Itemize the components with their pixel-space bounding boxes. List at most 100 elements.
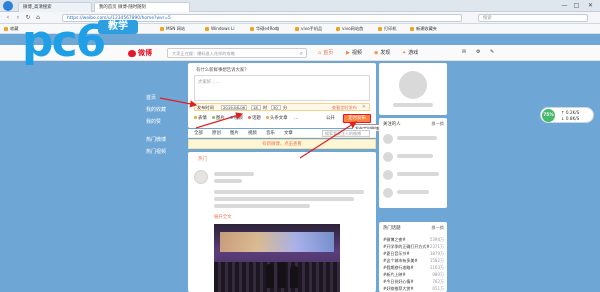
image-icon	[212, 116, 215, 119]
topic-item[interactable]: #好物推荐大赏#	[383, 286, 414, 292]
tab-original[interactable]: 原创	[212, 129, 221, 138]
profile-avatar[interactable]	[399, 71, 427, 99]
sidebar-item-hot-weibo[interactable]: 热门微博	[146, 136, 166, 143]
sidebar-item-favorites[interactable]: 我的收藏	[146, 106, 166, 113]
folder-icon	[336, 27, 340, 31]
tab-articles[interactable]: 文章	[284, 129, 293, 138]
topic-item[interactable]: #开学季的正确打开方式#	[383, 244, 430, 250]
hot-topics-title: 热门话题	[383, 226, 401, 231]
minute-unit-label: 分	[283, 105, 288, 110]
favorite-item[interactable]: MSN 网站	[160, 25, 185, 33]
tab-images[interactable]: 图片	[230, 129, 239, 138]
schedule-time-label: 发布时间	[197, 105, 214, 110]
refresh-suggestions-link[interactable]: 换一换	[431, 121, 444, 127]
gamepad-icon: ✦	[402, 50, 407, 56]
minimize-button[interactable]: —	[560, 1, 569, 10]
blurred-username	[214, 172, 254, 176]
view-scheduled-link[interactable]: 查看定时发布	[332, 104, 357, 111]
topic-count: 1582万	[429, 258, 444, 263]
more-tools[interactable]: …	[294, 115, 298, 123]
speed-percent: 75%	[542, 109, 555, 122]
schedule-date-input[interactable]: 2019-08-06	[221, 105, 247, 110]
avatar[interactable]	[194, 170, 208, 184]
search-icon[interactable]: ⌕	[300, 49, 303, 58]
topic-item[interactable]: #这个城市有多美#	[383, 258, 418, 264]
tab-all[interactable]: 全部	[194, 129, 203, 138]
concert-photo[interactable]	[214, 224, 340, 292]
feed-search-input[interactable]: 搜索我关注人的微博	[322, 130, 370, 137]
favorite-item[interactable]: vivo手机品	[295, 25, 322, 33]
topic-item[interactable]: #微博之夜#	[383, 237, 406, 243]
article-icon	[266, 116, 269, 119]
avatar[interactable]	[383, 152, 393, 162]
folder-icon	[410, 27, 414, 31]
topic-count: 762万	[432, 279, 444, 284]
topic-count: 1879万	[429, 251, 444, 256]
refresh-topics-link[interactable]: 换一换	[431, 225, 444, 231]
sidebar-item-likes[interactable]: 我的赞	[146, 118, 161, 125]
close-window-button[interactable]: ✕	[586, 1, 595, 10]
sidebar-item-home[interactable]: 首页	[146, 94, 156, 101]
nav-game[interactable]: ✦ 游戏	[402, 49, 418, 56]
browser-logo-icon	[3, 1, 13, 11]
topic-tool[interactable]: 话题	[248, 115, 261, 123]
article-tool[interactable]: 头条文章	[266, 115, 288, 123]
tab-search[interactable]: 微博_高清搜索	[18, 2, 92, 12]
message-icon[interactable]: ✉	[462, 49, 466, 55]
network-speed-widget[interactable]: 75% ↑ 0.2K/S ↓ 0.8K/S	[540, 107, 594, 123]
folder-icon	[160, 27, 164, 31]
maximize-button[interactable]: □	[572, 1, 581, 10]
topic-count: 651万	[432, 286, 444, 291]
sidebar-item-hot-video[interactable]: 热门视频	[146, 148, 166, 155]
left-sidebar: 首页 我的收藏 我的赞 热门微博 热门视频	[140, 62, 184, 292]
favorite-item[interactable]: Windows Li	[205, 25, 235, 33]
nav-discover[interactable]: ◉ 发现	[374, 49, 390, 56]
browser-search-input[interactable]: 搜索	[478, 14, 588, 22]
tab-weibo-home[interactable]: 我的首页 微博-随时随刻	[94, 2, 190, 12]
upload-speed: ↑ 0.2K/S	[561, 110, 580, 115]
emoji-tool[interactable]: 表情	[194, 115, 207, 123]
tab-music[interactable]: 音乐	[266, 129, 275, 138]
forward-icon[interactable]: ›	[14, 14, 22, 22]
nav-home[interactable]: ⌂ 首页	[318, 49, 333, 56]
emoji-icon	[194, 116, 197, 119]
avatar[interactable]	[383, 170, 393, 180]
visibility-select[interactable]: 公开	[326, 115, 335, 123]
topic-item[interactable]: #今日份好心情#	[383, 279, 414, 285]
composer-textarea[interactable]: 大家好……	[194, 75, 370, 101]
nav-video[interactable]: ▶ 视频	[346, 49, 362, 56]
favorite-item[interactable]: 收藏	[4, 25, 18, 33]
scheduled-post-button[interactable]: 定时发布	[343, 114, 371, 123]
topic-item[interactable]: #新片上映#	[383, 272, 406, 278]
avatar[interactable]	[383, 188, 393, 198]
tab-videos[interactable]: 视频	[248, 129, 257, 138]
schedule-hour-select[interactable]: 18	[251, 105, 261, 110]
close-schedule-icon[interactable]: ×	[362, 104, 366, 111]
hour-unit-label: 时	[263, 105, 268, 110]
hot-topics: 热门话题 换一换 #微博之夜# 5394万 #开学季的正确打开方式# 2371万…	[379, 222, 447, 292]
favorite-item[interactable]: 华硕e4Ro电	[250, 25, 279, 33]
image-tool[interactable]: 图片	[212, 115, 225, 123]
schedule-minute-select[interactable]: 30	[271, 105, 281, 110]
download-speed: ↓ 0.8K/S	[561, 116, 580, 121]
topic-item[interactable]: #假期旅行攻略#	[383, 265, 414, 271]
hashtag-icon	[248, 116, 251, 119]
favorite-item[interactable]: 新建收藏夹	[410, 25, 437, 33]
favorite-item[interactable]: vivo网站首	[336, 25, 363, 33]
back-icon[interactable]: ‹	[4, 14, 12, 22]
weibo-search-input[interactable]: 大家正在搜：爆料逃入花样的攻略 ⌕	[167, 48, 307, 58]
topic-item[interactable]: #夏日音乐节#	[383, 251, 410, 257]
video-tool[interactable]: 视频	[230, 115, 243, 123]
stage-screen	[220, 232, 334, 252]
settings-icon[interactable]: ⚙	[476, 49, 480, 55]
expand-full-text-link[interactable]: 展开全文	[214, 214, 232, 220]
compose-icon[interactable]: ✎	[490, 49, 494, 55]
topic-count: 2371万	[429, 244, 444, 249]
crowd	[214, 262, 340, 292]
new-posts-notice[interactable]: 有新微博，点击查看	[188, 139, 376, 149]
blurred-post-text	[214, 204, 310, 208]
favorite-item[interactable]: 打印机	[378, 25, 397, 33]
blurred-timestamp	[214, 179, 242, 183]
topic-count: 5394万	[429, 237, 444, 242]
avatar[interactable]	[383, 134, 393, 144]
